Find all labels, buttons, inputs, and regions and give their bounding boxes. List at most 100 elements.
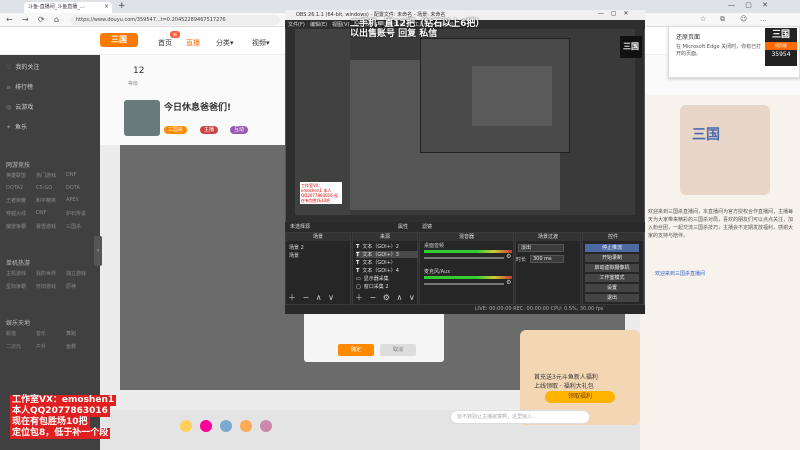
source-item[interactable]: T 文本（GDI+）4 — [356, 267, 399, 274]
stop-streaming-button[interactable]: 停止推流 — [585, 244, 639, 252]
category-link[interactable]: APEX — [66, 197, 96, 204]
cloud-icon: ◎ — [6, 104, 12, 111]
sidebar-item-rank[interactable]: ≡ 排行榜 — [6, 82, 33, 91]
gear-icon[interactable]: ⚙ — [506, 253, 511, 260]
gift-icon[interactable] — [220, 420, 232, 432]
tab-close-icon[interactable]: × — [104, 3, 109, 10]
nav-home[interactable]: 首页 — [158, 38, 172, 48]
refresh-button[interactable]: ⟳ — [38, 15, 45, 24]
mixer-volume-slider[interactable] — [424, 283, 504, 285]
scene-item[interactable]: 场景 — [289, 252, 299, 259]
settings-button[interactable]: 设置 — [585, 284, 639, 292]
category-link[interactable]: 和平精英 — [36, 197, 66, 204]
browser-window-controls[interactable]: — ▢ ✕ — [728, 1, 768, 9]
category-link[interactable]: 王者荣耀 — [6, 197, 36, 204]
dialog-cancel-button[interactable]: 取消 — [380, 344, 416, 356]
source-item[interactable]: ▢ 窗口采集 2 — [356, 283, 389, 290]
scene-item[interactable]: 场景 2 — [289, 244, 304, 251]
url-field[interactable]: https://www.douyu.com/359547...t=0.20452… — [70, 15, 280, 25]
avatar[interactable] — [124, 100, 160, 136]
gift-icon[interactable] — [200, 420, 212, 432]
nav-live[interactable]: 直播 — [186, 38, 200, 48]
forward-button[interactable]: → — [22, 15, 29, 24]
gift-icon[interactable] — [240, 420, 252, 432]
profile-icon[interactable]: ☺ — [740, 15, 747, 23]
source-item[interactable]: T 文本（GDI+）2 — [356, 243, 399, 250]
studio-mode-button[interactable]: 工作室模式 — [585, 274, 639, 282]
category-link[interactable]: DOTA2 — [6, 185, 36, 191]
source-item[interactable]: T 文本（GDI+） — [356, 259, 396, 266]
start-recording-button[interactable]: 开始录制 — [585, 254, 639, 262]
category-link[interactable]: 炉石传说 — [66, 210, 96, 217]
category-link[interactable]: 星际争霸 — [6, 283, 36, 290]
category-link[interactable]: 颜值 — [6, 330, 36, 337]
nav-video[interactable]: 视频▾ — [252, 38, 270, 48]
room-banner-art — [680, 105, 770, 195]
properties-button[interactable]: 属性 — [398, 223, 408, 230]
category-link[interactable]: 独立游戏 — [66, 270, 96, 277]
back-button[interactable]: ← — [6, 15, 13, 24]
home-button[interactable]: ⌂ — [54, 15, 59, 24]
new-tab-button[interactable]: + — [118, 1, 126, 11]
gear-icon[interactable]: ⚙ — [506, 279, 511, 286]
scenes-dock-controls[interactable]: ＋ − ∧ ∨ — [288, 292, 334, 303]
gift-icon[interactable] — [260, 420, 272, 432]
obs-menu-file[interactable]: 文件(F) — [288, 21, 305, 28]
category-link[interactable]: 鱼教 — [66, 343, 96, 350]
obs-menu-view[interactable]: 视图(V) — [332, 21, 349, 28]
category-link[interactable]: 二次元 — [6, 343, 36, 350]
virtual-camera-button[interactable]: 启动虚拟摄像机 — [585, 264, 639, 272]
preview-logo: 三国 — [620, 36, 642, 58]
sidebar-item-follow[interactable]: ♡ 我的关注 — [6, 62, 39, 71]
category-link[interactable]: CS:GO — [36, 185, 66, 191]
mixer-volume-slider[interactable] — [424, 257, 504, 259]
category-link[interactable]: 魔兽争霸 — [6, 223, 36, 230]
category-link[interactable]: 音乐 — [36, 330, 66, 337]
category-link[interactable]: 穿越火线 — [6, 210, 36, 217]
filters-button[interactable]: 滤镜 — [422, 223, 432, 230]
favorites-icon[interactable]: ☆ — [700, 15, 706, 23]
more-icon[interactable]: … — [760, 15, 767, 23]
category-link[interactable]: 三国杀 — [66, 223, 96, 230]
tag-pill[interactable]: 互动 — [230, 126, 249, 134]
tag-pill[interactable]: 主播 — [200, 126, 219, 134]
category-link[interactable]: 热门游戏 — [36, 172, 66, 179]
sidebar-item-fun[interactable]: ✦ 鱼乐 — [6, 122, 27, 131]
nav-category[interactable]: 分类▾ — [216, 38, 234, 48]
category-link[interactable]: 户外 — [36, 343, 66, 350]
promo-claim-button[interactable]: 领取福利 — [545, 391, 615, 403]
chat-input[interactable]: 玩不转别让主播寂寞啊，这里输入... — [450, 410, 590, 424]
source-item[interactable]: ▭ 显示器采集 — [356, 275, 389, 282]
gift-icon[interactable] — [180, 420, 192, 432]
obs-window-controls[interactable]: — ▢ ✕ — [598, 10, 629, 17]
category-link[interactable]: 暴雪游戏 — [36, 223, 66, 230]
category-link[interactable]: 主机游戏 — [6, 270, 36, 277]
category-link[interactable]: 我的世界 — [36, 270, 66, 277]
category-link[interactable]: 舞蹈 — [66, 330, 96, 337]
obs-menu-edit[interactable]: 编辑(E) — [310, 21, 327, 28]
category-link[interactable]: DNF — [66, 172, 96, 179]
duration-field[interactable]: 300 ms — [530, 255, 564, 263]
sidebar-item-cloudgame[interactable]: ◎ 云游戏 — [6, 102, 33, 111]
browser-tab[interactable]: 斗鱼-直播间_斗鱼直播_... — [24, 2, 112, 13]
category-link[interactable]: 英雄联盟 — [6, 172, 36, 179]
sidebar-category-grid: 主机游戏 我的世界 独立游戏 星际争霸 怀旧游戏 原神 — [6, 270, 96, 290]
duration-label: 时长 — [516, 257, 527, 263]
game-logo[interactable]: 三国 网页版 35954 — [765, 28, 797, 66]
watermark-line: 定位包8，低于补一个段 — [10, 428, 111, 439]
category-link[interactable]: DNF — [36, 210, 66, 217]
site-logo[interactable]: 三国 — [100, 33, 138, 47]
category-link[interactable]: 怀旧游戏 — [36, 283, 66, 290]
sidebar-collapse-button[interactable]: ‹ — [94, 236, 102, 266]
dialog-confirm-button[interactable]: 确定 — [338, 344, 374, 356]
source-item[interactable]: T 文本（GDI+）3 — [356, 251, 418, 258]
transition-select[interactable]: 淡出 — [518, 244, 564, 252]
exit-button[interactable]: 退出 — [585, 294, 639, 302]
collections-icon[interactable]: ⧉ — [720, 15, 725, 24]
room-welcome-link[interactable]: 欢迎来到三国杀直播间 — [655, 270, 705, 277]
text-source-icon: T — [356, 252, 360, 258]
tag-pill[interactable]: 三国杀 — [164, 126, 188, 134]
category-link[interactable]: 原神 — [66, 283, 96, 290]
sources-dock-controls[interactable]: ＋ − ⚙ ∧ ∨ — [355, 292, 415, 303]
category-link[interactable]: DOTA — [66, 185, 96, 191]
